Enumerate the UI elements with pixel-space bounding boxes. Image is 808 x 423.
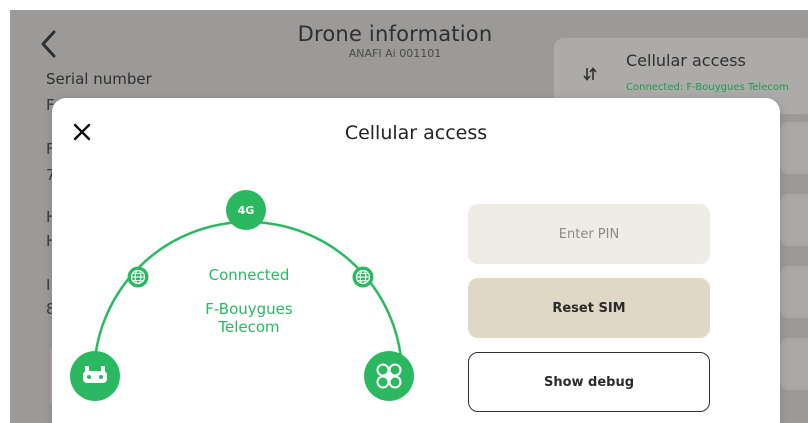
globe-icon bbox=[352, 266, 374, 288]
reset-sim-label: Reset SIM bbox=[552, 300, 626, 316]
globe-icon bbox=[127, 266, 149, 288]
info-list: Serial number bbox=[46, 70, 152, 88]
settings-card[interactable] bbox=[780, 194, 808, 246]
network-badge-label: 4G bbox=[237, 203, 255, 217]
controller-icon bbox=[70, 351, 120, 401]
drone-icon bbox=[364, 351, 414, 401]
cellular-card-title: Cellular access bbox=[626, 51, 746, 70]
enter-pin-label: Enter PIN bbox=[558, 226, 620, 242]
settings-card[interactable] bbox=[780, 266, 808, 318]
network-badge: 4G bbox=[226, 190, 266, 230]
show-debug-label: Show debug bbox=[543, 374, 635, 390]
connection-status: Connected bbox=[208, 266, 290, 284]
dialog-title: Cellular access bbox=[344, 122, 488, 144]
cellular-card-status: Connected: F-Bouygues Telecom bbox=[626, 82, 789, 93]
enter-pin-button[interactable]: Enter PIN bbox=[468, 204, 710, 264]
info-label-fragment: I bbox=[46, 276, 51, 294]
settings-card[interactable] bbox=[780, 338, 808, 390]
cellular-access-dialog: Cellular access 4G Connected F-Bouygues … bbox=[52, 98, 780, 423]
sort-arrows-icon bbox=[582, 66, 598, 86]
serial-number-label: Serial number bbox=[46, 70, 152, 88]
carrier-name-line2: Telecom bbox=[218, 318, 280, 336]
carrier-name-line1: F-Bouygues bbox=[205, 300, 293, 318]
reset-sim-button[interactable]: Reset SIM bbox=[468, 278, 710, 338]
settings-card[interactable] bbox=[780, 122, 808, 174]
connection-diagram: 4G Connected F-Bouygues Telecom bbox=[66, 186, 426, 423]
show-debug-button[interactable]: Show debug bbox=[468, 352, 710, 412]
